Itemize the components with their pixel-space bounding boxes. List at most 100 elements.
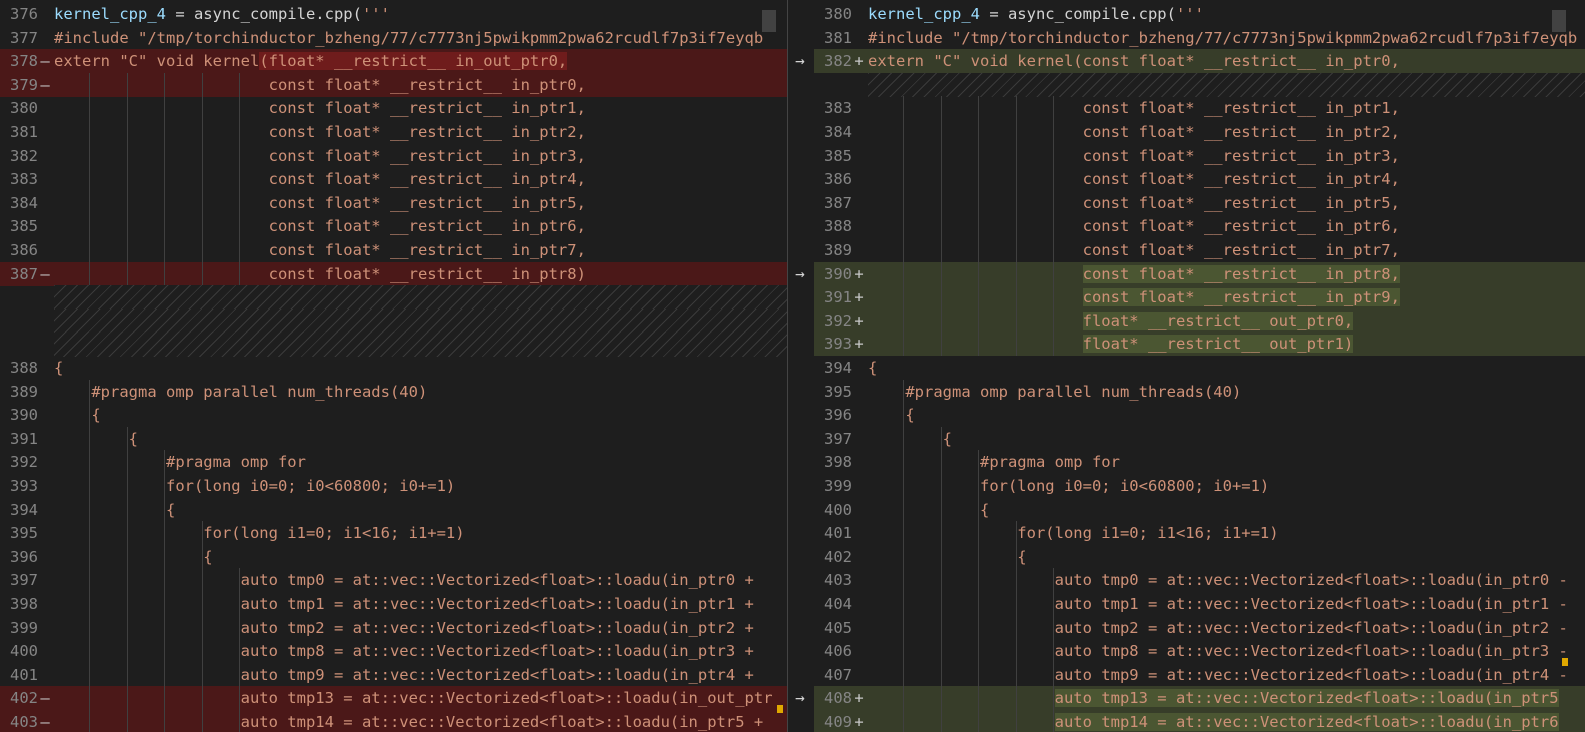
code-text[interactable]: { — [868, 403, 1585, 427]
line-number: 386 — [824, 170, 852, 189]
code-text[interactable]: extern "C" void kernel(float* __restrict… — [54, 49, 787, 73]
code-text[interactable]: { — [868, 498, 1585, 522]
code-text[interactable]: const float* __restrict__ in_ptr5, — [54, 191, 787, 215]
code-line: 402 { — [814, 544, 1585, 569]
code-text[interactable]: #pragma omp parallel num_threads(40) — [54, 380, 787, 404]
code-text[interactable]: auto tmp13 = at::vec::Vectorized<float>:… — [868, 686, 1585, 710]
line-number: 406 — [824, 642, 852, 661]
code-text[interactable]: const float* __restrict__ in_ptr5, — [868, 191, 1585, 215]
line-number: 402 — [10, 689, 38, 708]
code-text[interactable]: const float* __restrict__ in_ptr4, — [54, 167, 787, 191]
line-number: 377 — [10, 28, 38, 47]
code-text[interactable]: float* __restrict__ out_ptr0, — [868, 309, 1585, 333]
code-text[interactable]: { — [54, 356, 787, 380]
code-text[interactable]: { — [54, 545, 787, 569]
code-text[interactable]: for(long i0=0; i0<60800; i0+=1) — [868, 474, 1585, 498]
code-text[interactable]: #pragma omp for — [54, 450, 787, 474]
code-text[interactable]: #pragma omp parallel num_threads(40) — [868, 380, 1585, 404]
code-text[interactable]: auto tmp8 = at::vec::Vectorized<float>::… — [54, 639, 787, 663]
code-line: 402— auto tmp13 = at::vec::Vectorized<fl… — [0, 686, 787, 711]
left-scrollbar-thumb[interactable] — [762, 10, 776, 32]
code-text[interactable]: auto tmp8 = at::vec::Vectorized<float>::… — [868, 639, 1585, 663]
code-text[interactable]: const float* __restrict__ in_ptr7, — [54, 238, 787, 262]
code-text[interactable]: const float* __restrict__ in_ptr8) — [54, 262, 787, 286]
line-number: 393 — [824, 335, 852, 354]
line-number: 379 — [10, 75, 38, 94]
diff-editor: 376 kernel_cpp_4 = async_compile.cpp(''' 3… — [0, 0, 1585, 732]
code-text[interactable]: const float* __restrict__ in_ptr9, — [868, 285, 1585, 309]
line-number: 378 — [10, 52, 38, 71]
code-text[interactable]: const float* __restrict__ in_ptr6, — [868, 214, 1585, 238]
code-line: 385 const float* __restrict__ in_ptr6, — [0, 214, 787, 239]
modified-pane[interactable]: 380 kernel_cpp_4 = async_compile.cpp(''' 3… — [814, 0, 1585, 732]
left-overview-marker — [777, 705, 783, 713]
code-text[interactable]: auto tmp2 = at::vec::Vectorized<float>::… — [54, 616, 787, 640]
code-line: 383 const float* __restrict__ in_ptr4, — [0, 167, 787, 192]
change-marker: — — [40, 713, 50, 731]
revert-arrow-icon[interactable]: → — [789, 49, 811, 73]
code-text[interactable]: auto tmp1 = at::vec::Vectorized<float>::… — [868, 592, 1585, 616]
code-text[interactable]: { — [54, 427, 787, 451]
line-number: 380 — [10, 99, 38, 118]
code-text[interactable]: auto tmp0 = at::vec::Vectorized<float>::… — [54, 568, 787, 592]
code-text[interactable]: const float* __restrict__ in_ptr1, — [868, 96, 1585, 120]
line-number: 398 — [824, 453, 852, 472]
change-marker: + — [854, 713, 864, 731]
code-text[interactable]: for(long i1=0; i1<16; i1+=1) — [868, 521, 1585, 545]
line-number: 392 — [824, 311, 852, 330]
code-text[interactable]: auto tmp0 = at::vec::Vectorized<float>::… — [868, 568, 1585, 592]
code-text[interactable]: auto tmp14 = at::vec::Vectorized<float>:… — [868, 710, 1585, 732]
change-marker: + — [854, 288, 864, 307]
code-text[interactable]: auto tmp14 = at::vec::Vectorized<float>:… — [54, 710, 787, 732]
code-text[interactable]: kernel_cpp_4 = async_compile.cpp(''' — [868, 2, 1585, 26]
code-text[interactable]: const float* __restrict__ in_ptr4, — [868, 167, 1585, 191]
code-line: 393 + float* __restrict__ out_ptr1) — [814, 332, 1585, 357]
code-text[interactable]: const float* __restrict__ in_ptr2, — [54, 120, 787, 144]
code-text[interactable]: const float* __restrict__ in_ptr2, — [868, 120, 1585, 144]
code-text[interactable]: for(long i1=0; i1<16; i1+=1) — [54, 521, 787, 545]
code-line: 400 { — [814, 497, 1585, 522]
code-text[interactable]: extern "C" void kernel(const float* __re… — [868, 49, 1585, 73]
code-text[interactable]: const float* __restrict__ in_ptr8, — [868, 262, 1585, 286]
code-text[interactable]: { — [868, 356, 1585, 380]
code-line: 397 auto tmp0 = at::vec::Vectorized<floa… — [0, 568, 787, 593]
line-number: 405 — [824, 618, 852, 637]
code-line: 394 { — [0, 497, 787, 522]
code-line: 380 const float* __restrict__ in_ptr1, — [0, 96, 787, 121]
code-text[interactable]: const float* __restrict__ in_ptr3, — [868, 144, 1585, 168]
code-text[interactable]: const float* __restrict__ in_ptr3, — [54, 144, 787, 168]
code-text[interactable]: for(long i0=0; i0<60800; i0+=1) — [54, 474, 787, 498]
code-line: 396 { — [814, 403, 1585, 428]
code-text[interactable]: auto tmp2 = at::vec::Vectorized<float>::… — [868, 616, 1585, 640]
code-text[interactable]: float* __restrict__ out_ptr1) — [868, 332, 1585, 356]
code-text[interactable]: #pragma omp for — [868, 450, 1585, 474]
line-number: 395 — [824, 382, 852, 401]
code-text[interactable]: { — [54, 498, 787, 522]
line-number: 399 — [10, 618, 38, 637]
code-text[interactable]: auto tmp1 = at::vec::Vectorized<float>::… — [54, 592, 787, 616]
change-marker: + — [854, 264, 864, 283]
code-text[interactable]: kernel_cpp_4 = async_compile.cpp(''' — [54, 2, 787, 26]
code-text[interactable]: const float* __restrict__ in_ptr7, — [868, 238, 1585, 262]
code-text[interactable]: #include "/tmp/torchinductor_bzheng/77/c… — [868, 26, 1585, 50]
code-line: 387 const float* __restrict__ in_ptr5, — [814, 190, 1585, 215]
code-line: 407 auto tmp9 = at::vec::Vectorized<floa… — [814, 662, 1585, 687]
code-text[interactable]: { — [868, 427, 1585, 451]
revert-arrow-icon[interactable]: → — [789, 686, 811, 710]
line-number: 394 — [824, 359, 852, 377]
code-text[interactable]: auto tmp9 = at::vec::Vectorized<float>::… — [54, 663, 787, 687]
code-text[interactable]: auto tmp13 = at::vec::Vectorized<float>:… — [54, 686, 787, 710]
code-text[interactable]: const float* __restrict__ in_ptr0, — [54, 73, 787, 97]
revert-arrow-icon[interactable]: → — [789, 262, 811, 286]
code-text[interactable]: auto tmp9 = at::vec::Vectorized<float>::… — [868, 663, 1585, 687]
code-text[interactable]: #include "/tmp/torchinductor_bzheng/77/c… — [54, 26, 787, 50]
code-text[interactable]: const float* __restrict__ in_ptr1, — [54, 96, 787, 120]
code-text[interactable]: { — [54, 403, 787, 427]
right-scrollbar-thumb[interactable] — [1552, 10, 1566, 32]
code-text[interactable]: const float* __restrict__ in_ptr6, — [54, 214, 787, 238]
code-text[interactable]: { — [868, 545, 1585, 569]
line-number: 385 — [824, 146, 852, 165]
code-line: 398 auto tmp1 = at::vec::Vectorized<floa… — [0, 592, 787, 616]
original-pane[interactable]: 376 kernel_cpp_4 = async_compile.cpp(''' 3… — [0, 0, 787, 732]
code-line: 397 { — [814, 426, 1585, 451]
